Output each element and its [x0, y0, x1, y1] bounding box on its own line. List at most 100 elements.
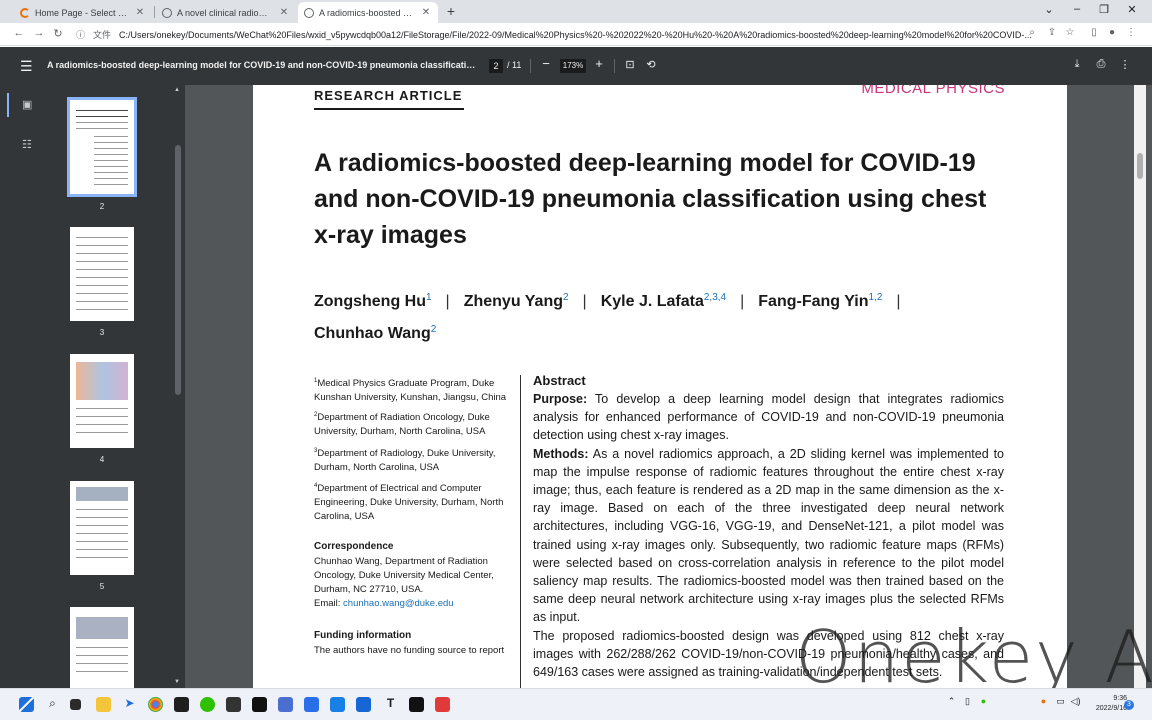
profile-avatar-icon[interactable]: ● [1106, 27, 1118, 38]
url-field[interactable]: ⓘ 文件 C:/Users/onekey/Documents/WeChat%20… [76, 25, 1046, 44]
file-explorer-icon[interactable] [96, 697, 111, 712]
author-sup: 1 [425, 292, 432, 303]
wechat-icon[interactable] [200, 697, 215, 712]
tab-home-page[interactable]: Home Page - Select or create a ✕ [14, 2, 152, 23]
thumbnail-page-3[interactable] [70, 227, 134, 321]
pdf-toolbar: ☰ A radiomics-boosted deep-learning mode… [0, 47, 1152, 85]
minimize-button[interactable]: – [1070, 3, 1084, 15]
globe-icon [304, 7, 314, 18]
close-window-button[interactable]: ✕ [1125, 3, 1139, 16]
console-icon[interactable] [409, 697, 424, 712]
fit-page-icon[interactable]: ⊡ [623, 58, 637, 71]
funding-text: The authors have no funding source to re… [314, 645, 505, 656]
zoom-out-button[interactable]: − [540, 56, 552, 71]
tray-icon[interactable]: ▯ [960, 696, 975, 707]
author-sup: 1,2 [868, 292, 883, 303]
browser-tab-bar: Home Page - Select or create a ✕ A novel… [0, 0, 1152, 23]
windows-start-icon[interactable] [19, 697, 34, 712]
thumbnail-label: 3 [99, 328, 105, 337]
close-tab-icon[interactable]: ✕ [278, 7, 290, 18]
thumbnail-page-2[interactable] [67, 97, 137, 197]
sidebar-scroll-down[interactable]: ▼ [174, 679, 180, 685]
notification-badge[interactable]: 3 [1124, 700, 1134, 710]
back-arrow-icon[interactable]: ← [13, 27, 25, 39]
hamburger-menu-icon[interactable]: ☰ [20, 58, 33, 75]
new-tab-button[interactable]: + [444, 3, 458, 19]
typora-icon[interactable]: T [383, 696, 398, 710]
app-icon[interactable] [278, 697, 293, 712]
capcut-icon[interactable] [252, 697, 267, 712]
chevron-up-icon[interactable]: ⌃ [944, 696, 959, 707]
clock[interactable]: 9:36 2022/9/16 [1087, 694, 1127, 714]
journal-name: MEDICAL PHYSICS [861, 85, 1005, 97]
thumbnail-page-5[interactable] [70, 481, 134, 575]
bookmark-star-icon[interactable]: ☆ [1064, 27, 1076, 38]
thumbnails-view-icon[interactable]: ▣ [22, 98, 32, 111]
file-scheme-icon: ⓘ [76, 30, 86, 40]
email-link[interactable]: chunhao.wang@duke.edu [343, 598, 454, 609]
author-sup: 2,3,4 [703, 292, 727, 303]
download-icon[interactable]: ⤓ [1070, 58, 1084, 71]
methods-label: Methods: [533, 446, 589, 461]
zoom-in-button[interactable]: + [593, 56, 605, 71]
outline-view-icon[interactable]: ☷ [22, 138, 32, 151]
thumbnail-label: 4 [99, 455, 105, 464]
watermark: Onekey AI [795, 615, 1152, 699]
thumbnail-page-4[interactable] [70, 354, 134, 448]
app-icon[interactable] [304, 697, 319, 712]
zoom-level-input[interactable]: 173% [560, 59, 586, 73]
network-icon[interactable]: ▭ [1053, 696, 1068, 707]
article-type: RESEARCH ARTICLE [314, 88, 463, 103]
chrome-icon[interactable] [148, 697, 163, 712]
terminal-icon[interactable] [226, 697, 241, 712]
more-options-icon[interactable]: ⋮ [1118, 58, 1132, 71]
main-scrollbar-thumb[interactable] [1137, 153, 1143, 179]
author-sup: 2 [430, 324, 437, 335]
share-icon[interactable]: ⇪ [1046, 27, 1058, 38]
search-icon[interactable]: ⌕ [45, 696, 60, 711]
author-name: Chunhao Wang [314, 325, 431, 342]
author-name: Zhenyu Yang [463, 293, 563, 310]
tab-radiomics-boosted[interactable]: A radiomics-boosted deep-le ✕ [298, 2, 438, 23]
sidebar-scroll-up[interactable]: ▲ [174, 87, 180, 93]
more-menu-icon[interactable]: ⋮ [1125, 27, 1137, 38]
sidebar-active-indicator [7, 93, 9, 117]
correspondence-text: Chunhao Wang, Department of Radiation On… [314, 556, 494, 609]
page-number-input[interactable]: 2 [489, 59, 503, 73]
paper-title: A radiomics-boosted deep-learning model … [314, 149, 987, 249]
reload-icon[interactable]: ↻ [52, 27, 64, 40]
print-icon[interactable]: ⎙ [1094, 58, 1108, 71]
toolbar-divider [614, 59, 615, 73]
pycharm-icon[interactable] [174, 697, 189, 712]
pdf-app-icon[interactable] [435, 697, 450, 712]
arrow-app-icon[interactable]: ➤ [122, 696, 137, 710]
address-bar: ← → ↻ ⓘ 文件 C:/Users/onekey/Documents/WeC… [0, 23, 1152, 46]
close-tab-icon[interactable]: ✕ [134, 7, 146, 18]
thumbnail-page-6[interactable] [70, 607, 134, 688]
thumbnail-sidebar: ▣ ☷ 2 3 4 5 ▲ ▼ [0, 85, 185, 688]
author-sup: 2 [562, 292, 569, 303]
volume-icon[interactable]: ◁) [1068, 696, 1083, 707]
pdf-viewer: ▣ ☷ 2 3 4 5 ▲ ▼ MEDICAL PHYSICS RESEARCH… [0, 85, 1152, 688]
photos-icon[interactable] [356, 697, 371, 712]
zoom-icon[interactable]: ⌕ [1026, 27, 1038, 38]
pdf-title: A radiomics-boosted deep-learning model … [47, 60, 479, 70]
rotate-icon[interactable]: ⟲ [644, 58, 658, 71]
loading-orange-icon [20, 7, 30, 18]
tray-app-icon[interactable]: ● [1036, 696, 1051, 706]
thumbnail-label: 2 [99, 202, 105, 211]
tab-search-icon[interactable]: ⌄ [1042, 3, 1056, 16]
close-tab-icon[interactable]: ✕ [420, 7, 432, 18]
wechat-tray-icon[interactable]: ● [976, 696, 991, 706]
sidebar-scrollbar[interactable] [175, 145, 181, 395]
task-view-icon[interactable] [70, 699, 81, 710]
column-divider [520, 375, 521, 688]
tab-clinical-radiomics[interactable]: A novel clinical radiomics nom ✕ [156, 2, 296, 23]
feishu-icon[interactable] [330, 697, 345, 712]
side-panel-icon[interactable]: ▯ [1088, 27, 1100, 38]
maximize-button[interactable]: ❐ [1097, 3, 1111, 16]
purpose-text: To develop a deep learning model design … [533, 392, 1005, 443]
page-total: / 11 [507, 60, 522, 70]
author-name: Fang-Fang Yin [758, 293, 869, 310]
forward-arrow-icon[interactable]: → [33, 27, 45, 39]
